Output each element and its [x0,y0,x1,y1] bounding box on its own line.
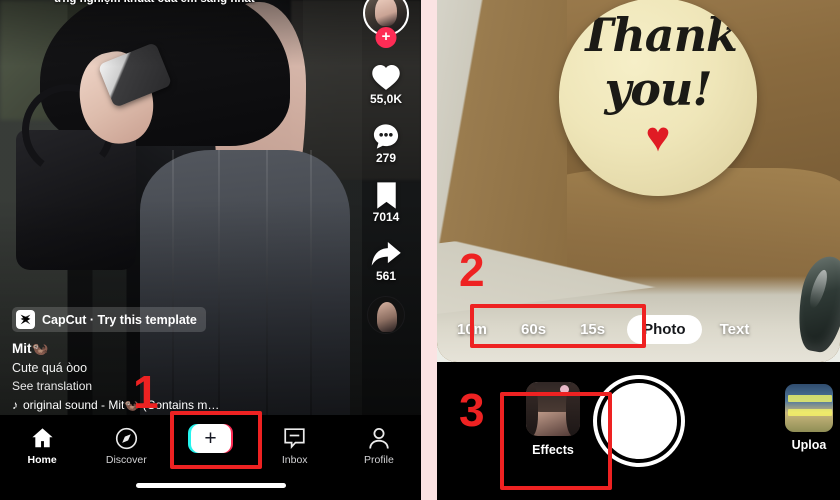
sidebar-item-discover[interactable]: Discover [84,424,168,466]
bookmark-icon [357,178,415,212]
sidebar-item-home[interactable]: Home [0,424,84,466]
comment-icon [357,119,415,153]
heart-icon: ♥ [645,113,671,160]
sticker-line-2: you! [604,62,712,116]
video-author[interactable]: Mit🦦 [12,341,312,357]
share-count: 561 [375,269,397,283]
home-icon [0,424,84,452]
annotation-box-3 [500,392,612,490]
annotation-box-1 [170,411,262,469]
compass-icon [84,424,168,452]
thank-you-sticker: Thank you! ♥ [559,0,757,196]
upload-button[interactable]: Uploa [770,384,840,452]
upload-thumbnail[interactable] [785,384,833,432]
annotation-box-2 [470,304,646,348]
share-button[interactable]: 561 [357,237,415,283]
sidebar-item-inbox[interactable]: Inbox [253,424,337,466]
capcut-template-chip[interactable]: CapCut · Try this template [12,307,206,332]
nail-shine [806,268,831,310]
tab-label-discover: Discover [105,454,147,466]
bookmark-count: 7014 [372,210,400,224]
tab-label-profile: Profile [364,454,394,466]
inbox-icon [253,424,337,452]
sidebar-item-profile[interactable]: Profile [337,424,421,466]
camera-controls: Effects Uploa [437,362,840,500]
like-count: 55,0K [369,92,403,106]
video-top-caption: ứng nghiệm khuất của em sang nhất [54,0,354,5]
screenshot-stage: ứng nghiệm khuất của em sang nhất + 55,0… [0,0,840,500]
author-avatar-wrap[interactable]: + [363,0,409,48]
heart-icon [357,60,415,94]
bookmark-button[interactable]: 7014 [357,178,415,224]
comment-button[interactable]: 279 [357,119,415,165]
share-icon [357,237,415,271]
capcut-template-label: CapCut · Try this template [42,312,197,327]
panel-divider [421,0,437,500]
mode-text[interactable]: Text [720,321,750,338]
tiktok-camera-panel: Thank you! ♥ 10m 60s 15s Photo Text Effe… [437,0,840,500]
sound-title: original sound - Mit🦦 (Contains m… [23,398,220,412]
sound-row[interactable]: ♪ original sound - Mit🦦 (Contains m… [12,398,312,412]
see-translation-link[interactable]: See translation [12,379,312,393]
home-indicator [135,483,286,488]
tab-label-home: Home [27,454,57,466]
person-icon [337,424,421,452]
tab-label-inbox: Inbox [281,454,308,466]
action-rail: + 55,0K 279 7014 561 [357,0,415,334]
sticker-line-1: Thank [579,8,738,62]
comment-count: 279 [375,151,397,165]
upload-stripe-1 [788,395,832,402]
follow-plus-icon[interactable]: + [375,27,397,48]
upload-label: Uploa [791,438,827,452]
annotation-number-3: 3 [459,384,485,436]
music-note-icon: ♪ [12,398,18,412]
annotation-number-1: 1 [133,366,159,418]
video-info: CapCut · Try this template Mit🦦 Cute quá… [12,307,312,412]
video-caption: Cute quá òoo [12,361,88,375]
music-disc-icon[interactable] [367,296,405,334]
capcut-logo-icon [16,310,35,329]
like-button[interactable]: 55,0K [357,60,415,106]
upload-stripe-2 [788,409,832,416]
annotation-number-2: 2 [459,244,485,296]
